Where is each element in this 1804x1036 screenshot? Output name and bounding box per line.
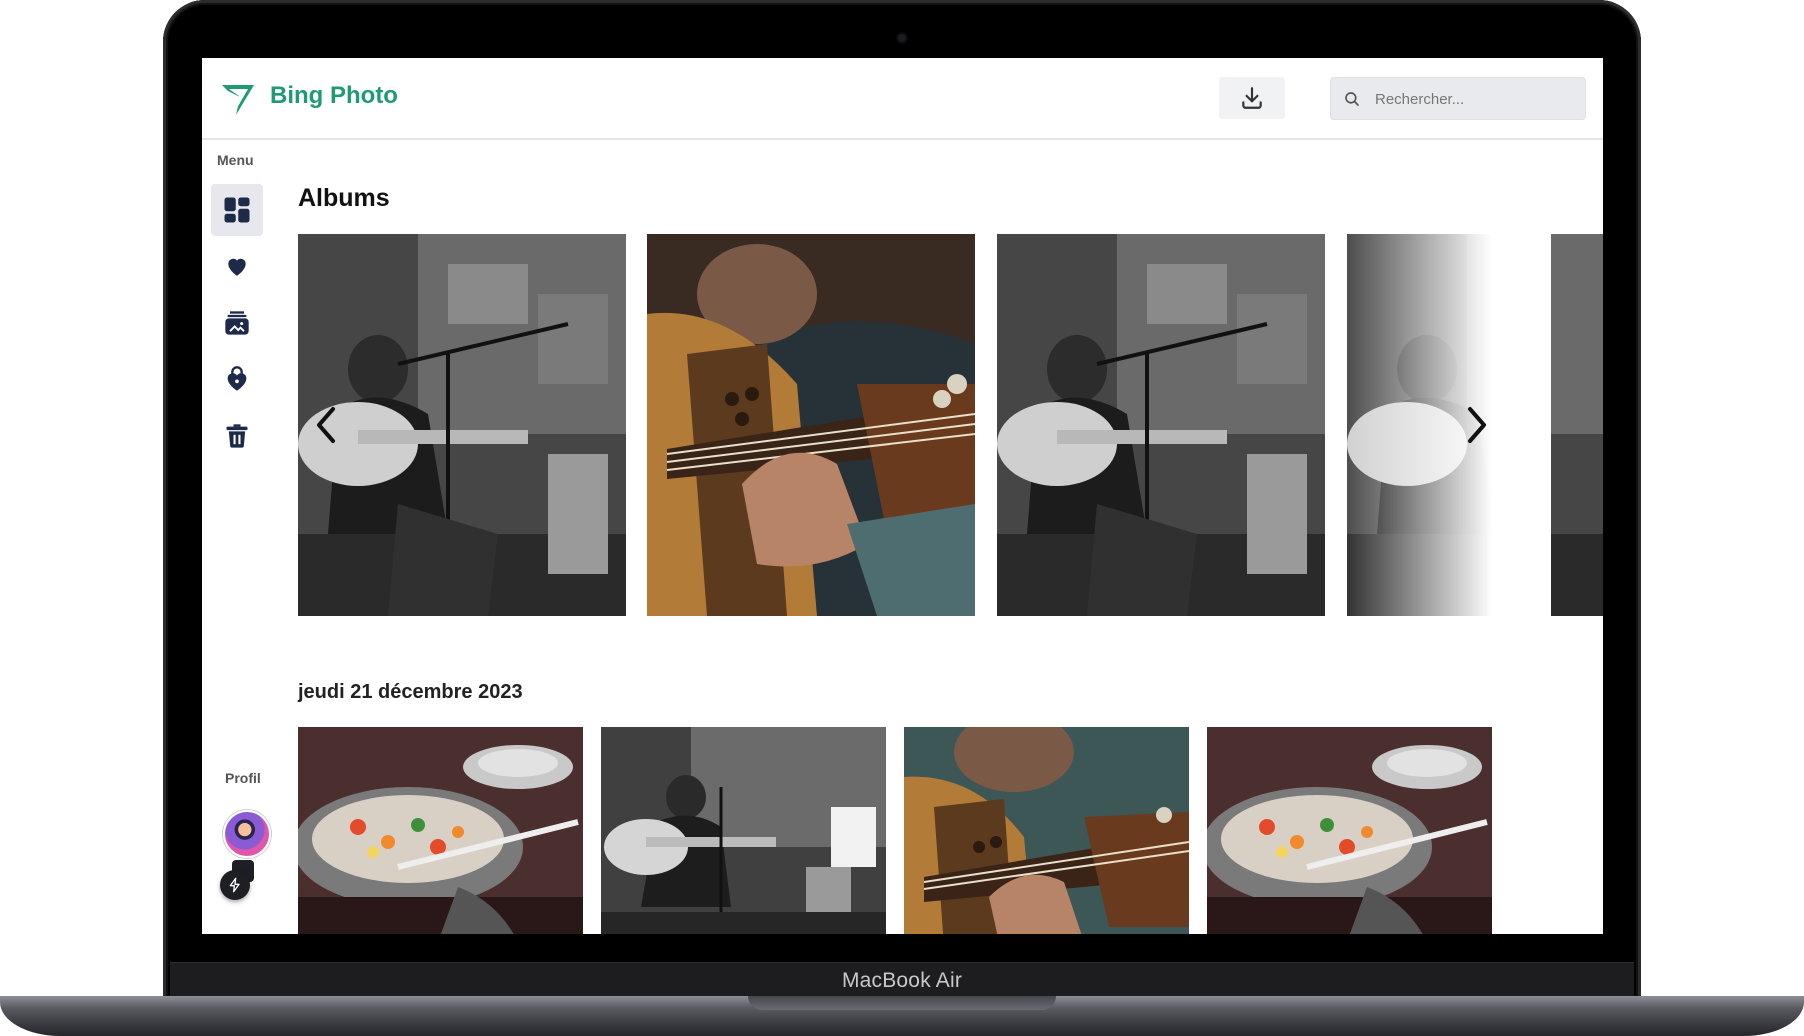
laptop-hinge-notch	[748, 996, 1056, 1010]
sidebar-item-trash[interactable]	[211, 410, 263, 462]
bolt-icon	[229, 877, 240, 893]
laptop-chin: MacBook Air	[170, 962, 1634, 999]
sidebar-item-private[interactable]	[211, 353, 263, 405]
album-photo	[997, 234, 1325, 616]
photo-image	[904, 727, 1189, 934]
photo-thumbnail[interactable]	[601, 727, 886, 934]
dashboard-icon	[224, 197, 250, 223]
album-card[interactable]	[997, 234, 1325, 616]
sidebar-item-dashboard[interactable]	[211, 184, 263, 236]
lock-heart-icon	[227, 366, 247, 391]
album-photo	[647, 234, 975, 616]
photo-thumbnail[interactable]	[298, 727, 583, 934]
heart-icon	[228, 258, 246, 276]
albums-heading: Albums	[298, 184, 390, 212]
user-avatar[interactable]	[223, 810, 271, 858]
app-logo-icon	[222, 85, 254, 115]
chevron-left-icon	[317, 407, 335, 443]
carousel-fade	[1341, 234, 1551, 618]
trash-icon	[226, 424, 248, 448]
menu-label: Menu	[217, 152, 254, 168]
app-header: Bing Photo	[202, 58, 1603, 140]
carousel-next-button[interactable]	[1457, 405, 1497, 445]
quick-action-button[interactable]	[220, 870, 250, 900]
album-photo	[298, 234, 626, 616]
sidebar-item-albums[interactable]	[211, 297, 263, 349]
photo-image	[298, 727, 583, 934]
search-box[interactable]	[1330, 77, 1586, 121]
album-icon	[225, 311, 249, 335]
date-group-heading: jeudi 21 décembre 2023	[298, 681, 523, 703]
sidebar-item-favorites[interactable]	[211, 240, 263, 292]
carousel-prev-button[interactable]	[306, 405, 346, 445]
download-button[interactable]	[1219, 77, 1285, 119]
search-icon	[1345, 92, 1359, 106]
album-card[interactable]	[647, 234, 975, 616]
album-card[interactable]	[298, 234, 626, 616]
app-title: Bing Photo	[270, 82, 398, 109]
chevron-right-icon	[1468, 407, 1486, 443]
search-input[interactable]	[1373, 78, 1577, 121]
sidebar-menu: Menu Profil	[202, 140, 272, 934]
device-model-label: MacBook Air	[841, 969, 963, 992]
camera	[898, 34, 906, 42]
app-screen: Bing Photo Menu	[202, 58, 1603, 934]
photo-image	[601, 727, 886, 934]
photo-thumbnail[interactable]	[1207, 727, 1492, 934]
photo-image	[1207, 727, 1492, 934]
profile-label: Profil	[225, 770, 261, 786]
download-icon	[1242, 87, 1262, 109]
photo-thumbnail[interactable]	[904, 727, 1189, 934]
